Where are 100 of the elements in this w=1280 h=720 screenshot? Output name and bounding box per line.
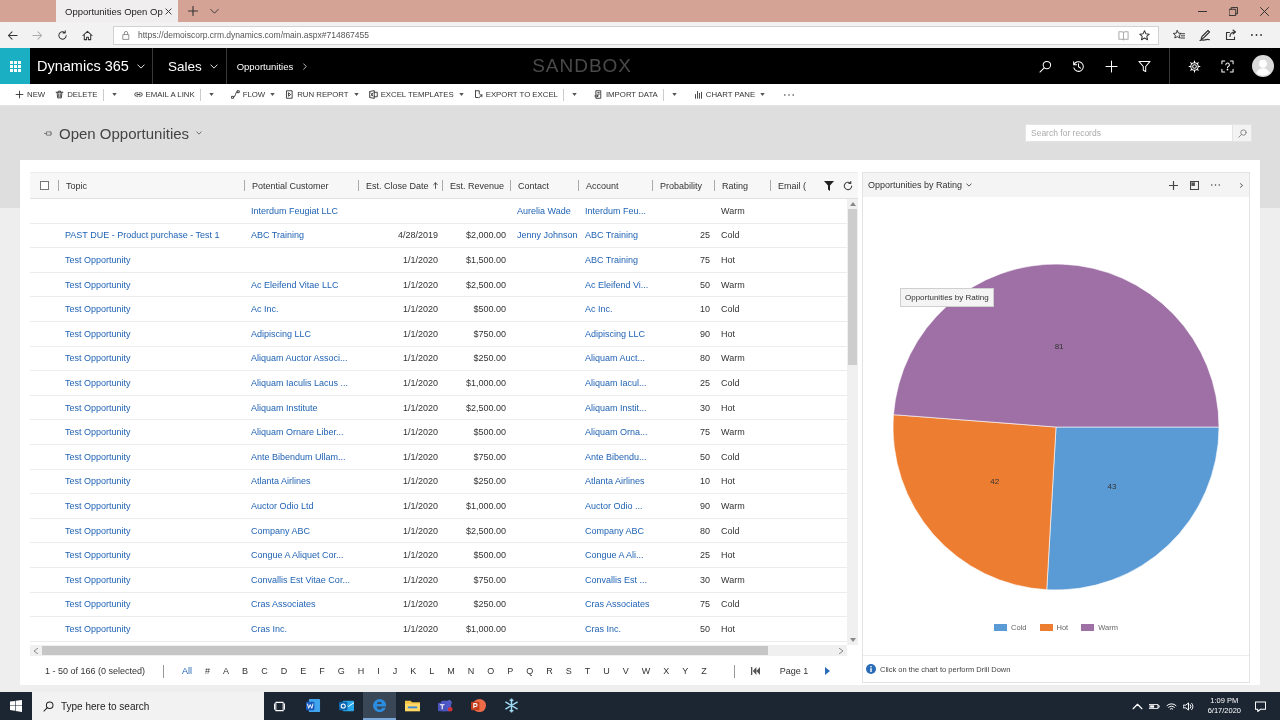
letter-filter[interactable]: R (542, 666, 557, 676)
wifi-icon[interactable] (1165, 701, 1177, 711)
account-link[interactable]: Adipiscing LLC (585, 328, 646, 339)
letter-filter[interactable]: H (353, 666, 369, 676)
letter-filter[interactable]: L (425, 666, 439, 676)
customer-link[interactable]: Ante Bibendum Ullam... (251, 451, 346, 462)
scroll-up-arrow-icon[interactable] (849, 202, 856, 206)
account-link[interactable]: Ac Inc. (585, 304, 613, 315)
letter-filter[interactable]: All (178, 666, 197, 676)
account-link[interactable]: Congue A Ali... (585, 550, 644, 561)
letter-filter[interactable]: S (561, 666, 576, 676)
customer-link[interactable]: Cras Associates (251, 599, 316, 610)
area-switcher[interactable]: Sales (152, 48, 226, 84)
browser-tab[interactable]: Opportunities Open Op (56, 0, 178, 22)
customer-link[interactable]: Convallis Est Vitae Cor... (251, 574, 350, 585)
chevron-right-icon[interactable] (1240, 182, 1243, 188)
customer-link[interactable]: Atlanta Airlines (251, 476, 311, 487)
view-selector[interactable]: Open Opportunities (59, 124, 203, 142)
search-icon[interactable] (1039, 59, 1052, 73)
letter-filter[interactable]: T (580, 666, 595, 676)
account-link[interactable]: ABC Training (585, 255, 639, 265)
topic-link[interactable]: Test Opportunity (65, 255, 131, 265)
scroll-down-arrow-icon[interactable] (849, 638, 856, 642)
topic-link[interactable]: Test Opportunity (65, 279, 131, 290)
column-header[interactable]: Est. Close Date (358, 173, 442, 198)
customer-link[interactable]: Aliquam Iaculis Lacus ... (251, 377, 349, 388)
user-avatar-icon[interactable] (1252, 55, 1274, 77)
customer-link[interactable]: ABC Training (251, 230, 305, 241)
select-all-checkbox[interactable] (39, 181, 49, 190)
letter-filter[interactable]: I (373, 666, 384, 676)
help-icon[interactable] (1221, 59, 1234, 73)
chevron-up-icon[interactable] (1131, 701, 1143, 711)
chevron-down-icon[interactable] (210, 8, 219, 14)
refresh-icon[interactable] (57, 29, 68, 41)
minimize-icon[interactable] (1198, 10, 1207, 12)
account-link[interactable]: Convallis Est ... (585, 574, 648, 585)
column-header[interactable]: Est. Revenue (442, 173, 510, 198)
letter-filter[interactable]: Z (697, 666, 711, 676)
restore-icon[interactable] (1229, 6, 1238, 16)
notifications-icon[interactable] (1255, 700, 1266, 712)
letter-filter[interactable]: Q (522, 666, 538, 676)
filter-icon[interactable] (1138, 59, 1151, 73)
share-icon[interactable] (1225, 29, 1237, 41)
scrollbar-thumb[interactable] (42, 646, 768, 655)
letter-filter[interactable]: U (599, 666, 614, 676)
app-switcher[interactable]: Dynamics 365 (30, 48, 152, 84)
letter-filter[interactable]: G (333, 666, 349, 676)
letter-filter[interactable]: W (637, 666, 655, 676)
column-header[interactable]: Email ( (770, 173, 818, 198)
account-link[interactable]: Ac Eleifend Vi... (585, 279, 649, 290)
topic-link[interactable]: Test Opportunity (65, 599, 131, 610)
topic-link[interactable]: Test Opportunity (65, 550, 131, 561)
letter-filter[interactable]: Y (678, 666, 693, 676)
pen-icon[interactable] (1199, 29, 1211, 41)
topic-link[interactable]: Test Opportunity (65, 328, 131, 339)
start-icon[interactable] (10, 700, 22, 712)
taskbar-search-field[interactable]: Type here to search (61, 694, 257, 718)
pin-icon[interactable] (44, 130, 53, 136)
favorites-icon[interactable] (1173, 29, 1185, 41)
chart-selector[interactable]: Opportunities by Rating (868, 180, 973, 190)
horizontal-scrollbar[interactable] (30, 645, 847, 656)
plus-icon[interactable] (1169, 180, 1178, 190)
letter-filter[interactable]: X (659, 666, 674, 676)
app-launcher-button[interactable] (0, 48, 30, 84)
topic-link[interactable]: Test Opportunity (65, 353, 131, 364)
pie-slice[interactable] (1046, 426, 1220, 591)
pie-slice[interactable] (893, 263, 1220, 428)
customer-link[interactable]: Congue A Aliquet Cor... (251, 550, 344, 561)
vertical-scrollbar[interactable] (847, 199, 858, 645)
customer-link[interactable]: Ac Eleifend Vitae LLC (251, 279, 339, 290)
letter-filter[interactable]: B (238, 666, 253, 676)
topic-link[interactable]: Test Opportunity (65, 451, 131, 462)
close-icon[interactable] (1260, 6, 1269, 16)
letter-filter[interactable]: A (219, 666, 234, 676)
topic-link[interactable]: Test Opportunity (65, 574, 131, 585)
topic-link[interactable]: Test Opportunity (65, 402, 131, 413)
letter-filter[interactable]: V (618, 666, 633, 676)
letter-filter[interactable]: J (388, 666, 402, 676)
home-icon[interactable] (82, 29, 93, 41)
letter-filter[interactable]: # (201, 666, 215, 676)
task-view-icon[interactable] (274, 700, 285, 712)
customer-link[interactable]: Cras Inc. (251, 623, 287, 634)
topic-link[interactable]: Test Opportunity (65, 525, 131, 536)
new-tab-icon[interactable] (188, 6, 198, 16)
letter-filter[interactable]: C (257, 666, 272, 676)
customer-link[interactable]: Aliquam Institute (251, 402, 318, 413)
topic-link[interactable]: PAST DUE - Product purchase - Test 1 (65, 230, 220, 241)
account-link[interactable]: Atlanta Airlines (585, 476, 645, 487)
topic-link[interactable]: Test Opportunity (65, 304, 131, 315)
gear-icon[interactable] (1188, 59, 1201, 73)
customer-link[interactable]: Adipiscing LLC (251, 328, 312, 339)
column-header[interactable]: Potential Customer (244, 173, 358, 198)
account-link[interactable]: ABC Training (585, 230, 639, 241)
address-field[interactable]: https://demoiscorp.crm.dynamics.com/main.aspx#714867455 (113, 25, 1159, 45)
account-link[interactable]: Cras Associates (585, 599, 650, 610)
account-link[interactable]: Ante Bibendu... (585, 451, 647, 462)
speaker-icon[interactable] (1182, 701, 1194, 711)
close-icon[interactable] (165, 7, 172, 15)
letter-filter[interactable]: N (463, 666, 479, 676)
history-icon[interactable] (1072, 59, 1085, 73)
